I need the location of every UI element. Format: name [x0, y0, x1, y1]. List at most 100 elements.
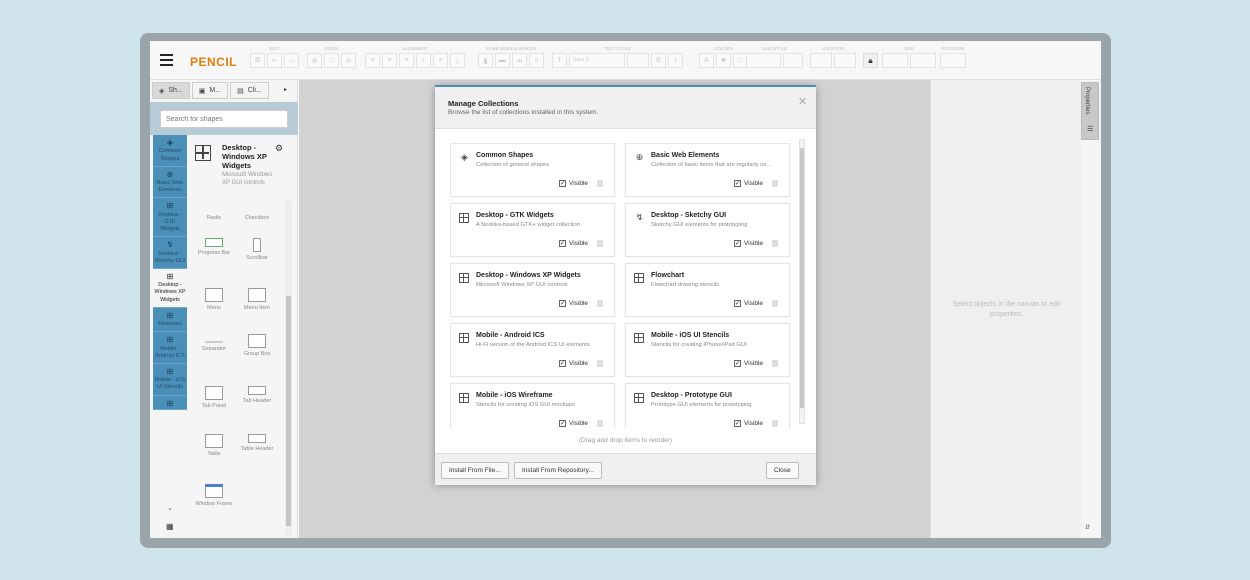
- x-input[interactable]: [810, 53, 832, 68]
- collection-card[interactable]: ↯ Desktop - Sketchy GUI Sketchy GUI elem…: [625, 203, 790, 257]
- shape-search-input[interactable]: [160, 110, 288, 128]
- y-input[interactable]: [834, 53, 856, 68]
- tab-shapes[interactable]: ◈ Sh...: [152, 82, 190, 99]
- zoom-in-icon[interactable]: ⊕: [307, 53, 322, 68]
- category-flowchart[interactable]: ⊞ Flowchart: [153, 307, 187, 333]
- fill-color-icon[interactable]: ■: [716, 53, 731, 68]
- shape-tab-panel[interactable]: Tab Panel: [193, 386, 235, 410]
- collection-card[interactable]: Desktop - Prototype GUI Prototype GUI el…: [625, 383, 790, 428]
- shape-separator[interactable]: Separator: [193, 341, 235, 353]
- category-android[interactable]: ⊞ Mobile - Android ICS: [153, 332, 187, 364]
- shape-checkbox[interactable]: Checkbox: [236, 215, 278, 222]
- lock-icon[interactable]: 🔒︎: [863, 53, 878, 68]
- width-input[interactable]: [882, 53, 908, 68]
- apps-grid-icon[interactable]: ▦: [166, 522, 174, 531]
- italic-icon[interactable]: I: [668, 53, 683, 68]
- trash-icon[interactable]: [772, 420, 778, 427]
- same-width-icon[interactable]: ▮: [478, 53, 493, 68]
- text-color-icon[interactable]: A: [699, 53, 714, 68]
- shape-table-header[interactable]: Table Header: [236, 434, 278, 453]
- text-icon[interactable]: T: [552, 53, 567, 68]
- trash-icon[interactable]: [597, 300, 603, 307]
- font-size-input[interactable]: [627, 53, 649, 68]
- category-common-shapes[interactable]: ◈ Common Shapes: [153, 135, 187, 167]
- visible-checkbox[interactable]: ✓ Visible: [734, 180, 763, 187]
- visible-checkbox[interactable]: ✓ Visible: [734, 240, 763, 247]
- install-from-repository-button[interactable]: Install From Repository...: [514, 462, 602, 479]
- same-height-icon[interactable]: ▬: [495, 53, 510, 68]
- shape-radio[interactable]: Radio: [193, 215, 235, 222]
- align-middle-icon[interactable]: ≡: [433, 53, 448, 68]
- copy-icon[interactable]: ⧉: [250, 53, 265, 68]
- shape-tab-header[interactable]: Tab Header: [236, 386, 278, 405]
- dialog-scrollbar[interactable]: [799, 139, 805, 424]
- category-windows-xp[interactable]: ⊞ Desktop - Windows XP Widgets: [153, 268, 187, 308]
- category-ios-ui[interactable]: ⊞ Mobile - iOS UI Stencils: [153, 363, 187, 396]
- collection-card[interactable]: Desktop - GTK Widgets A Nodoka-based GTK…: [450, 203, 615, 257]
- zoom-out-icon[interactable]: ⊖: [341, 53, 356, 68]
- font-select[interactable]: Sans S: [569, 53, 625, 68]
- category-sketchy[interactable]: ↯ Desktop - Sketchy GUI: [153, 237, 187, 269]
- visible-checkbox[interactable]: ✓ Visible: [559, 420, 588, 427]
- trash-icon[interactable]: [772, 180, 778, 187]
- shape-menu-item[interactable]: Menu Item: [236, 288, 278, 312]
- scrollbar-thumb[interactable]: [286, 296, 291, 526]
- shape-group-box[interactable]: Group Box: [236, 334, 278, 358]
- trash-icon[interactable]: [597, 240, 603, 247]
- visible-checkbox[interactable]: ✓ Visible: [559, 240, 588, 247]
- shape-progress-bar[interactable]: Progress Bar: [193, 238, 235, 257]
- trash-icon[interactable]: [772, 240, 778, 247]
- shape-table[interactable]: Table: [193, 434, 235, 458]
- shape-list-scrollbar[interactable]: [285, 201, 292, 536]
- h-space-icon[interactable]: ⇹: [512, 53, 527, 68]
- align-center-icon[interactable]: ≡: [382, 53, 397, 68]
- properties-tab[interactable]: Properties ☰: [1081, 82, 1099, 140]
- trash-icon[interactable]: [772, 360, 778, 367]
- trash-icon[interactable]: [772, 300, 778, 307]
- trash-icon[interactable]: [597, 420, 603, 427]
- collection-card[interactable]: Desktop - Windows XP Widgets Microsoft W…: [450, 263, 615, 317]
- trash-icon[interactable]: [597, 360, 603, 367]
- visible-checkbox[interactable]: ✓ Visible: [734, 420, 763, 427]
- visible-checkbox[interactable]: ✓ Visible: [559, 360, 588, 367]
- collection-card[interactable]: ⊕ Basic Web Elements Collection of basic…: [625, 143, 790, 197]
- align-left-icon[interactable]: ≡: [365, 53, 380, 68]
- tabs-overflow-icon[interactable]: ▸: [284, 86, 287, 93]
- category-more[interactable]: ⊞: [153, 395, 187, 410]
- tab-my-collections[interactable]: ▣ M...: [191, 82, 229, 99]
- scrollbar-thumb[interactable]: [800, 148, 804, 408]
- menu-icon[interactable]: [160, 54, 173, 66]
- visible-checkbox[interactable]: ✓ Visible: [559, 180, 588, 187]
- gear-icon[interactable]: ⚙: [275, 143, 283, 154]
- chevron-down-icon[interactable]: ⌄: [167, 504, 173, 512]
- install-from-file-button[interactable]: Install From File...: [441, 462, 509, 479]
- paste-icon[interactable]: ▭: [284, 53, 299, 68]
- close-icon[interactable]: ✕: [798, 95, 807, 108]
- category-gtk[interactable]: ⊞ Desktop - GTK Widgets: [153, 198, 187, 238]
- category-basic-web[interactable]: ⊕ Basic Web Elements: [153, 166, 187, 199]
- bold-icon[interactable]: B: [651, 53, 666, 68]
- shape-menu[interactable]: Menu: [193, 288, 235, 312]
- collection-card[interactable]: ◈ Common Shapes Collection of general sh…: [450, 143, 615, 197]
- height-input[interactable]: [910, 53, 936, 68]
- shape-scrollbar[interactable]: Scrollbar: [236, 238, 278, 262]
- tab-clipart[interactable]: ▤ Cli...: [230, 82, 269, 99]
- line-style-select[interactable]: [783, 53, 803, 68]
- trash-icon[interactable]: [597, 180, 603, 187]
- cut-icon[interactable]: ✂: [267, 53, 282, 68]
- visible-checkbox[interactable]: ✓ Visible: [734, 300, 763, 307]
- collection-card[interactable]: Mobile - Android ICS Hi-Fi version of th…: [450, 323, 615, 377]
- align-bottom-icon[interactable]: ⊥: [450, 53, 465, 68]
- pin-icon[interactable]: ⇵: [1085, 524, 1090, 531]
- collection-card[interactable]: Flowchart Flowchart drawing stencils ✓ Vi…: [625, 263, 790, 317]
- close-button[interactable]: Close: [766, 462, 799, 479]
- collection-card[interactable]: Mobile - iOS Wireframe Stencils for crea…: [450, 383, 615, 428]
- visible-checkbox[interactable]: ✓ Visible: [734, 360, 763, 367]
- rotation-input[interactable]: [940, 53, 966, 68]
- v-space-icon[interactable]: ⇳: [529, 53, 544, 68]
- align-right-icon[interactable]: ≡: [399, 53, 414, 68]
- shape-window-frame[interactable]: Window Frame: [193, 484, 235, 508]
- align-top-icon[interactable]: ⊤: [416, 53, 431, 68]
- zoom-reset-icon[interactable]: □: [324, 53, 339, 68]
- visible-checkbox[interactable]: ✓ Visible: [559, 300, 588, 307]
